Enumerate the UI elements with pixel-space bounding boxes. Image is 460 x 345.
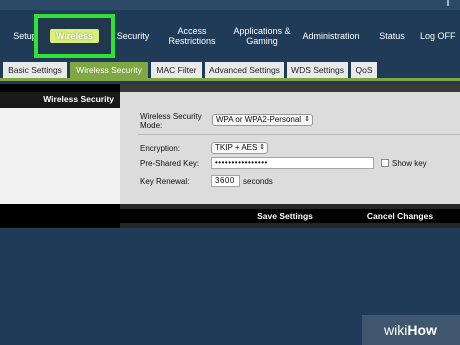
security-mode-value: WPA or WPA2-Personal [216,115,302,124]
nav-administration[interactable]: Administration [300,14,362,58]
tab-advanced-settings[interactable]: Advanced Settings [205,62,284,78]
encryption-select[interactable]: TKIP + AES ⇕ [211,142,268,154]
edge-tick [447,0,449,6]
nav-access-restrictions[interactable]: Access Restrictions [165,14,219,58]
key-renewal-unit: seconds [243,177,273,186]
tab-qos[interactable]: QoS [351,62,377,78]
sub-tabs: Basic Settings Wireless Security MAC Fil… [0,62,460,81]
watermark-how: How [407,322,437,338]
key-renewal-label: Key Renewal: [140,177,190,186]
tab-mac-filter[interactable]: MAC Filter [151,62,202,78]
sidebar-panel [0,108,120,204]
psk-label: Pre-Shared Key: [140,159,200,168]
encryption-label: Encryption: [140,144,181,153]
nav-log-off[interactable]: Log OFF [420,14,460,58]
tab-underline [0,78,460,81]
nav-wireless[interactable]: Wireless [34,14,115,58]
psk-input[interactable]: •••••••••••••••• [211,157,374,169]
top-edge [0,0,460,10]
show-key-checkbox[interactable] [381,159,389,167]
security-mode-select[interactable]: WPA or WPA2-Personal ⇕ [212,114,313,126]
encryption-value: TKIP + AES [215,143,258,152]
watermark-wiki: wiki [384,322,408,338]
chevron-updown-icon: ⇕ [259,144,265,151]
button-footer: Save Settings Cancel Changes [120,204,460,228]
button-bar: Save Settings Cancel Changes [120,209,460,223]
chevron-updown-icon: ⇕ [304,116,310,123]
security-mode-label: Wireless Security Mode: [140,112,202,130]
tab-wds-settings[interactable]: WDS Settings [287,62,348,78]
cancel-changes-button[interactable]: Cancel Changes [340,209,460,223]
content-area: Wireless Security Wireless Security Mode… [0,84,460,228]
divider [138,134,460,135]
show-key-label: Show key [392,159,427,168]
key-renewal-input[interactable]: 3600 [211,175,240,187]
section-title: Wireless Security [43,94,114,104]
tab-basic-settings[interactable]: Basic Settings [3,62,67,78]
tab-wireless-security[interactable]: Wireless Security [70,62,148,78]
section-sidebar: Wireless Security [0,84,120,228]
nav-applications-gaming[interactable]: Applications & Gaming [230,14,294,58]
save-settings-button[interactable]: Save Settings [230,209,340,223]
main-nav: Setup Wireless Security Access Restricti… [0,14,460,58]
panel-top-strip [120,84,460,92]
settings-panel: Wireless Security Mode: WPA or WPA2-Pers… [120,84,460,204]
wikihow-watermark: wikiHow [362,315,460,345]
nav-status[interactable]: Status [374,14,410,58]
nav-security[interactable]: Security [115,14,151,58]
watermark-text: wikiHow [384,322,437,338]
nav-wireless-label: Wireless [50,29,99,43]
